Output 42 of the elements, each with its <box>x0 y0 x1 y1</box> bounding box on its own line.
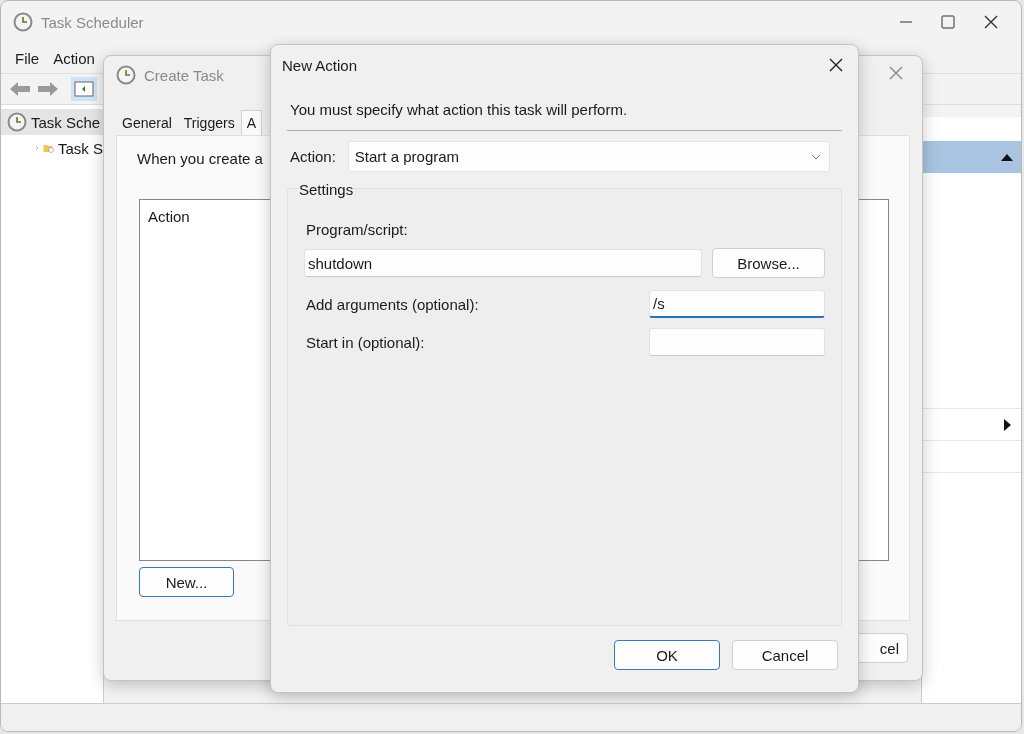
field-label: Add arguments (optional): <box>306 295 479 313</box>
menu-item[interactable]: Action <box>53 49 95 67</box>
tree-item[interactable]: Task S <box>1 135 103 161</box>
action-label: Action: <box>290 148 336 165</box>
description-text: When you create a <box>137 150 263 167</box>
collapse-triangle-icon[interactable] <box>1001 153 1013 161</box>
tab[interactable]: A <box>240 110 262 135</box>
cancel-button[interactable]: Cancel <box>732 640 838 670</box>
new-button[interactable]: New... <box>139 567 234 597</box>
close-icon[interactable] <box>828 57 844 73</box>
field-label: Start in (optional): <box>306 333 425 351</box>
input-field[interactable]: /s <box>649 290 825 318</box>
program-label: Program/script: <box>306 221 409 238</box>
back-arrow-icon[interactable] <box>9 80 31 98</box>
cancel-button[interactable]: cel <box>856 633 908 663</box>
clock-icon <box>116 65 136 85</box>
input-field[interactable] <box>649 328 825 356</box>
program-field[interactable]: shutdown <box>304 249 702 277</box>
clock-icon <box>7 112 27 132</box>
dialog-title: New Action <box>282 56 358 74</box>
dialog-title: Create Task <box>144 66 224 84</box>
maximize-icon[interactable] <box>941 15 955 29</box>
tab[interactable]: Triggers <box>177 110 241 135</box>
browse-button[interactable]: Browse... <box>712 248 825 278</box>
window-title: Task Scheduler <box>41 13 144 31</box>
instruction-text: You must specify what action this task will perform. <box>290 101 629 118</box>
ok-button[interactable]: OK <box>614 640 720 670</box>
tree-label: Task S <box>58 139 103 157</box>
menu-item[interactable]: File <box>15 49 40 67</box>
forward-arrow-icon[interactable] <box>37 80 59 98</box>
tab[interactable]: General <box>116 110 178 135</box>
close-icon[interactable] <box>983 14 999 30</box>
group-title: Settings <box>298 181 355 198</box>
submenu-arrow-icon[interactable] <box>1004 418 1011 431</box>
tree-label: Task Sche <box>31 113 101 131</box>
console-tree-icon[interactable] <box>71 77 97 101</box>
action-dropdown[interactable]: Start a program <box>347 141 830 172</box>
column-header: Action <box>148 208 190 225</box>
chevron-icon[interactable] <box>35 143 39 153</box>
tree-item[interactable]: Task Sche <box>1 109 103 135</box>
clock-icon <box>13 12 33 32</box>
chevron-down-icon[interactable] <box>811 153 821 160</box>
